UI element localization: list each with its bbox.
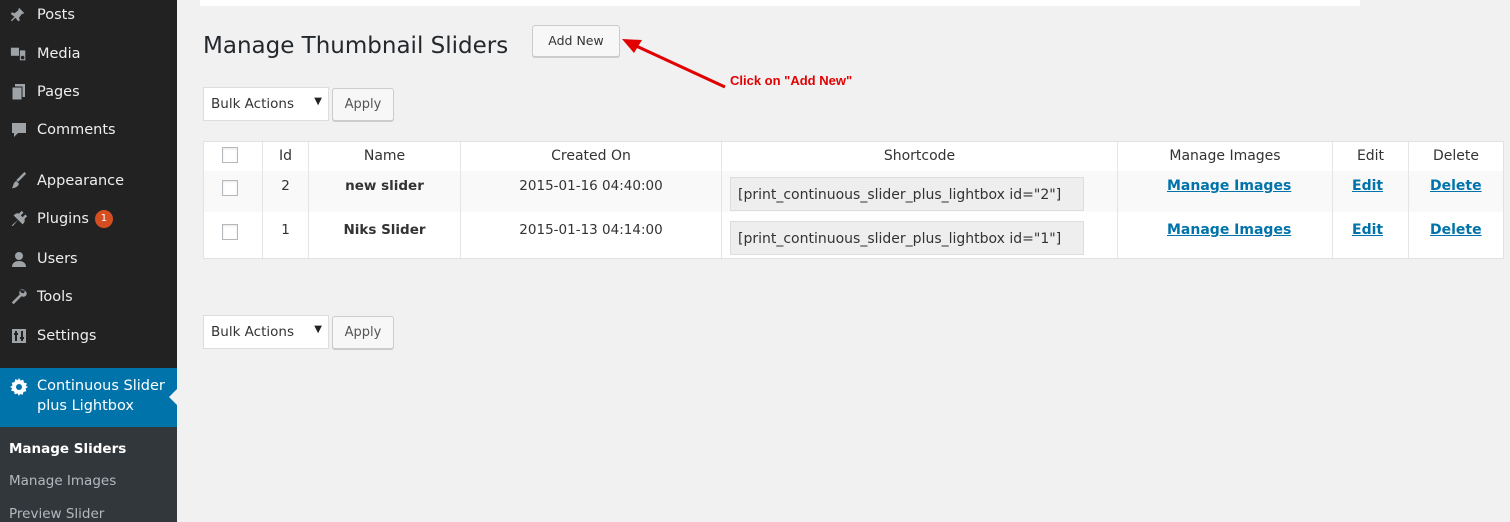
row-id: 1 bbox=[281, 222, 290, 238]
delete-link[interactable]: Delete bbox=[1430, 178, 1482, 194]
submenu-manage-images[interactable]: Manage Images bbox=[9, 473, 116, 489]
edit-link[interactable]: Edit bbox=[1352, 222, 1383, 238]
comments-icon bbox=[9, 120, 29, 140]
menu-item-users[interactable]: Users bbox=[0, 241, 177, 277]
menu-item-settings[interactable]: Settings bbox=[0, 318, 177, 354]
submenu-manage-sliders[interactable]: Manage Sliders bbox=[9, 441, 126, 457]
pages-icon bbox=[9, 82, 29, 102]
row-checkbox[interactable] bbox=[222, 224, 238, 240]
annotation-text: Click on "Add New" bbox=[730, 73, 853, 88]
menu-item-continuous-slider[interactable]: Continuous Slider plus Lightbox bbox=[0, 368, 177, 427]
menu-item-media[interactable]: Media bbox=[0, 36, 177, 72]
row-created-on: 2015-01-13 04:14:00 bbox=[519, 222, 663, 238]
notice-strip bbox=[200, 0, 1360, 6]
media-icon bbox=[9, 44, 29, 64]
update-count-badge: 1 bbox=[94, 210, 113, 228]
dropdown-arrow-icon: ▼ bbox=[314, 96, 322, 107]
menu-item-tools[interactable]: Tools bbox=[0, 279, 177, 315]
shortcode-field[interactable]: [print_continuous_slider_plus_lightbox i… bbox=[730, 177, 1084, 211]
column-header-created-on: Created On bbox=[551, 148, 631, 164]
settings-icon bbox=[9, 326, 29, 346]
current-menu-arrow bbox=[169, 389, 177, 405]
add-new-button[interactable]: Add New bbox=[532, 25, 620, 57]
submenu-preview-slider[interactable]: Preview Slider bbox=[9, 506, 104, 522]
submenu: Manage Sliders Manage Images Preview Sli… bbox=[0, 427, 177, 522]
dropdown-arrow-icon: ▼ bbox=[314, 324, 322, 335]
shortcode-field[interactable]: [print_continuous_slider_plus_lightbox i… bbox=[730, 221, 1084, 255]
apply-button-top[interactable]: Apply bbox=[332, 88, 394, 121]
admin-sidebar: Posts Media Pages Comments Appearance Pl… bbox=[0, 0, 177, 522]
user-icon bbox=[9, 249, 29, 269]
plugin-icon bbox=[9, 209, 29, 229]
select-all-checkbox[interactable] bbox=[222, 147, 238, 163]
bulk-actions-select-bottom[interactable]: Bulk Actions ▼ bbox=[203, 315, 329, 349]
column-header-id: Id bbox=[278, 148, 292, 164]
column-header-edit: Edit bbox=[1356, 148, 1385, 164]
brush-icon bbox=[9, 171, 29, 191]
row-name: new slider bbox=[345, 178, 424, 194]
column-header-name: Name bbox=[363, 148, 406, 164]
sliders-table: Id Name Created On Shortcode Manage Imag… bbox=[203, 141, 1504, 259]
column-header-delete: Delete bbox=[1433, 148, 1479, 164]
column-header-manage-images: Manage Images bbox=[1169, 148, 1281, 164]
annotation-arrow bbox=[622, 39, 726, 89]
apply-button-bottom[interactable]: Apply bbox=[332, 316, 394, 349]
bulk-actions-select-top[interactable]: Bulk Actions ▼ bbox=[203, 87, 329, 121]
menu-item-plugins[interactable]: Plugins 1 bbox=[0, 201, 177, 237]
edit-link[interactable]: Edit bbox=[1352, 178, 1383, 194]
wrench-icon bbox=[9, 287, 29, 307]
menu-item-comments[interactable]: Comments bbox=[0, 112, 177, 148]
row-name: Niks Slider bbox=[343, 222, 426, 238]
page-title: Manage Thumbnail Sliders bbox=[203, 33, 509, 59]
row-id: 2 bbox=[281, 178, 290, 194]
menu-item-appearance[interactable]: Appearance bbox=[0, 163, 177, 199]
gear-icon bbox=[9, 377, 29, 397]
manage-images-link[interactable]: Manage Images bbox=[1167, 222, 1291, 238]
manage-images-link[interactable]: Manage Images bbox=[1167, 178, 1291, 194]
delete-link[interactable]: Delete bbox=[1430, 222, 1482, 238]
menu-item-pages[interactable]: Pages bbox=[0, 74, 177, 110]
row-checkbox[interactable] bbox=[222, 180, 238, 196]
menu-item-posts[interactable]: Posts bbox=[0, 0, 177, 33]
column-header-shortcode: Shortcode bbox=[883, 148, 956, 164]
pin-icon bbox=[9, 5, 29, 25]
row-created-on: 2015-01-16 04:40:00 bbox=[519, 178, 663, 194]
